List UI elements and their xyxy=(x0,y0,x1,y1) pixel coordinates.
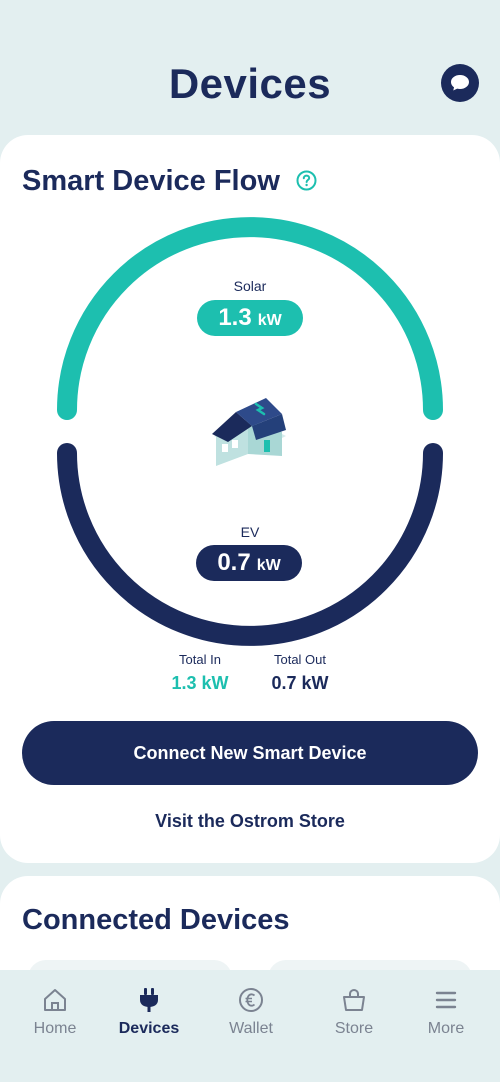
tab-home[interactable]: Home xyxy=(5,986,105,1038)
euro-coin-icon xyxy=(239,988,263,1012)
total-out-value: 0.7 kW xyxy=(271,673,329,693)
ev-label: EV xyxy=(240,524,260,540)
house-illustration-icon xyxy=(212,398,286,466)
total-in-value: 1.3 kW xyxy=(171,673,229,693)
header: Devices xyxy=(0,0,500,135)
tab-wallet[interactable]: Wallet xyxy=(201,986,301,1038)
tab-label: Wallet xyxy=(229,1020,273,1037)
tab-label: Store xyxy=(334,1020,374,1037)
connect-new-device-button[interactable]: Connect New Smart Device xyxy=(22,721,478,785)
smart-device-flow-card: Smart Device Flow Solar 1.3 kW EV 0.7 kW… xyxy=(0,135,500,863)
plug-icon xyxy=(140,988,158,1012)
total-out: Total Out 0.7 kW xyxy=(250,652,350,694)
page-title: Devices xyxy=(168,60,332,107)
shopping-bag-icon xyxy=(343,988,365,1011)
total-out-label: Total Out xyxy=(273,652,327,667)
total-in: Total In 1.3 kW xyxy=(150,652,250,694)
tab-store[interactable]: Store xyxy=(304,986,404,1038)
chat-button[interactable] xyxy=(441,64,479,102)
solar-unit: kW xyxy=(257,311,282,329)
solar-power-pill: 1.3 kW xyxy=(197,300,303,336)
visit-store-link[interactable]: Visit the Ostrom Store xyxy=(0,811,500,832)
chat-bubble-icon xyxy=(451,75,469,91)
total-in-label: Total In xyxy=(179,652,221,667)
tab-devices[interactable]: Devices xyxy=(99,986,199,1038)
ev-unit: kW xyxy=(256,556,281,574)
solar-value: 1.3 xyxy=(218,304,252,331)
tab-label: Home xyxy=(33,1020,77,1037)
home-icon xyxy=(44,989,66,1011)
menu-icon xyxy=(435,991,457,1009)
ev-power-pill: 0.7 kW xyxy=(196,545,302,581)
bottom-tab-bar: Home Devices Wallet Store More xyxy=(0,970,500,1082)
tab-label: Devices xyxy=(118,1020,180,1037)
connected-devices-title: Connected Devices xyxy=(22,904,290,936)
tab-more[interactable]: More xyxy=(396,986,496,1038)
tab-label: More xyxy=(427,1020,465,1037)
ev-value: 0.7 xyxy=(217,549,251,576)
devices-screen: Devices Smart Device Flow Solar 1.3 kW E… xyxy=(0,0,500,1082)
solar-label: Solar xyxy=(233,278,267,294)
